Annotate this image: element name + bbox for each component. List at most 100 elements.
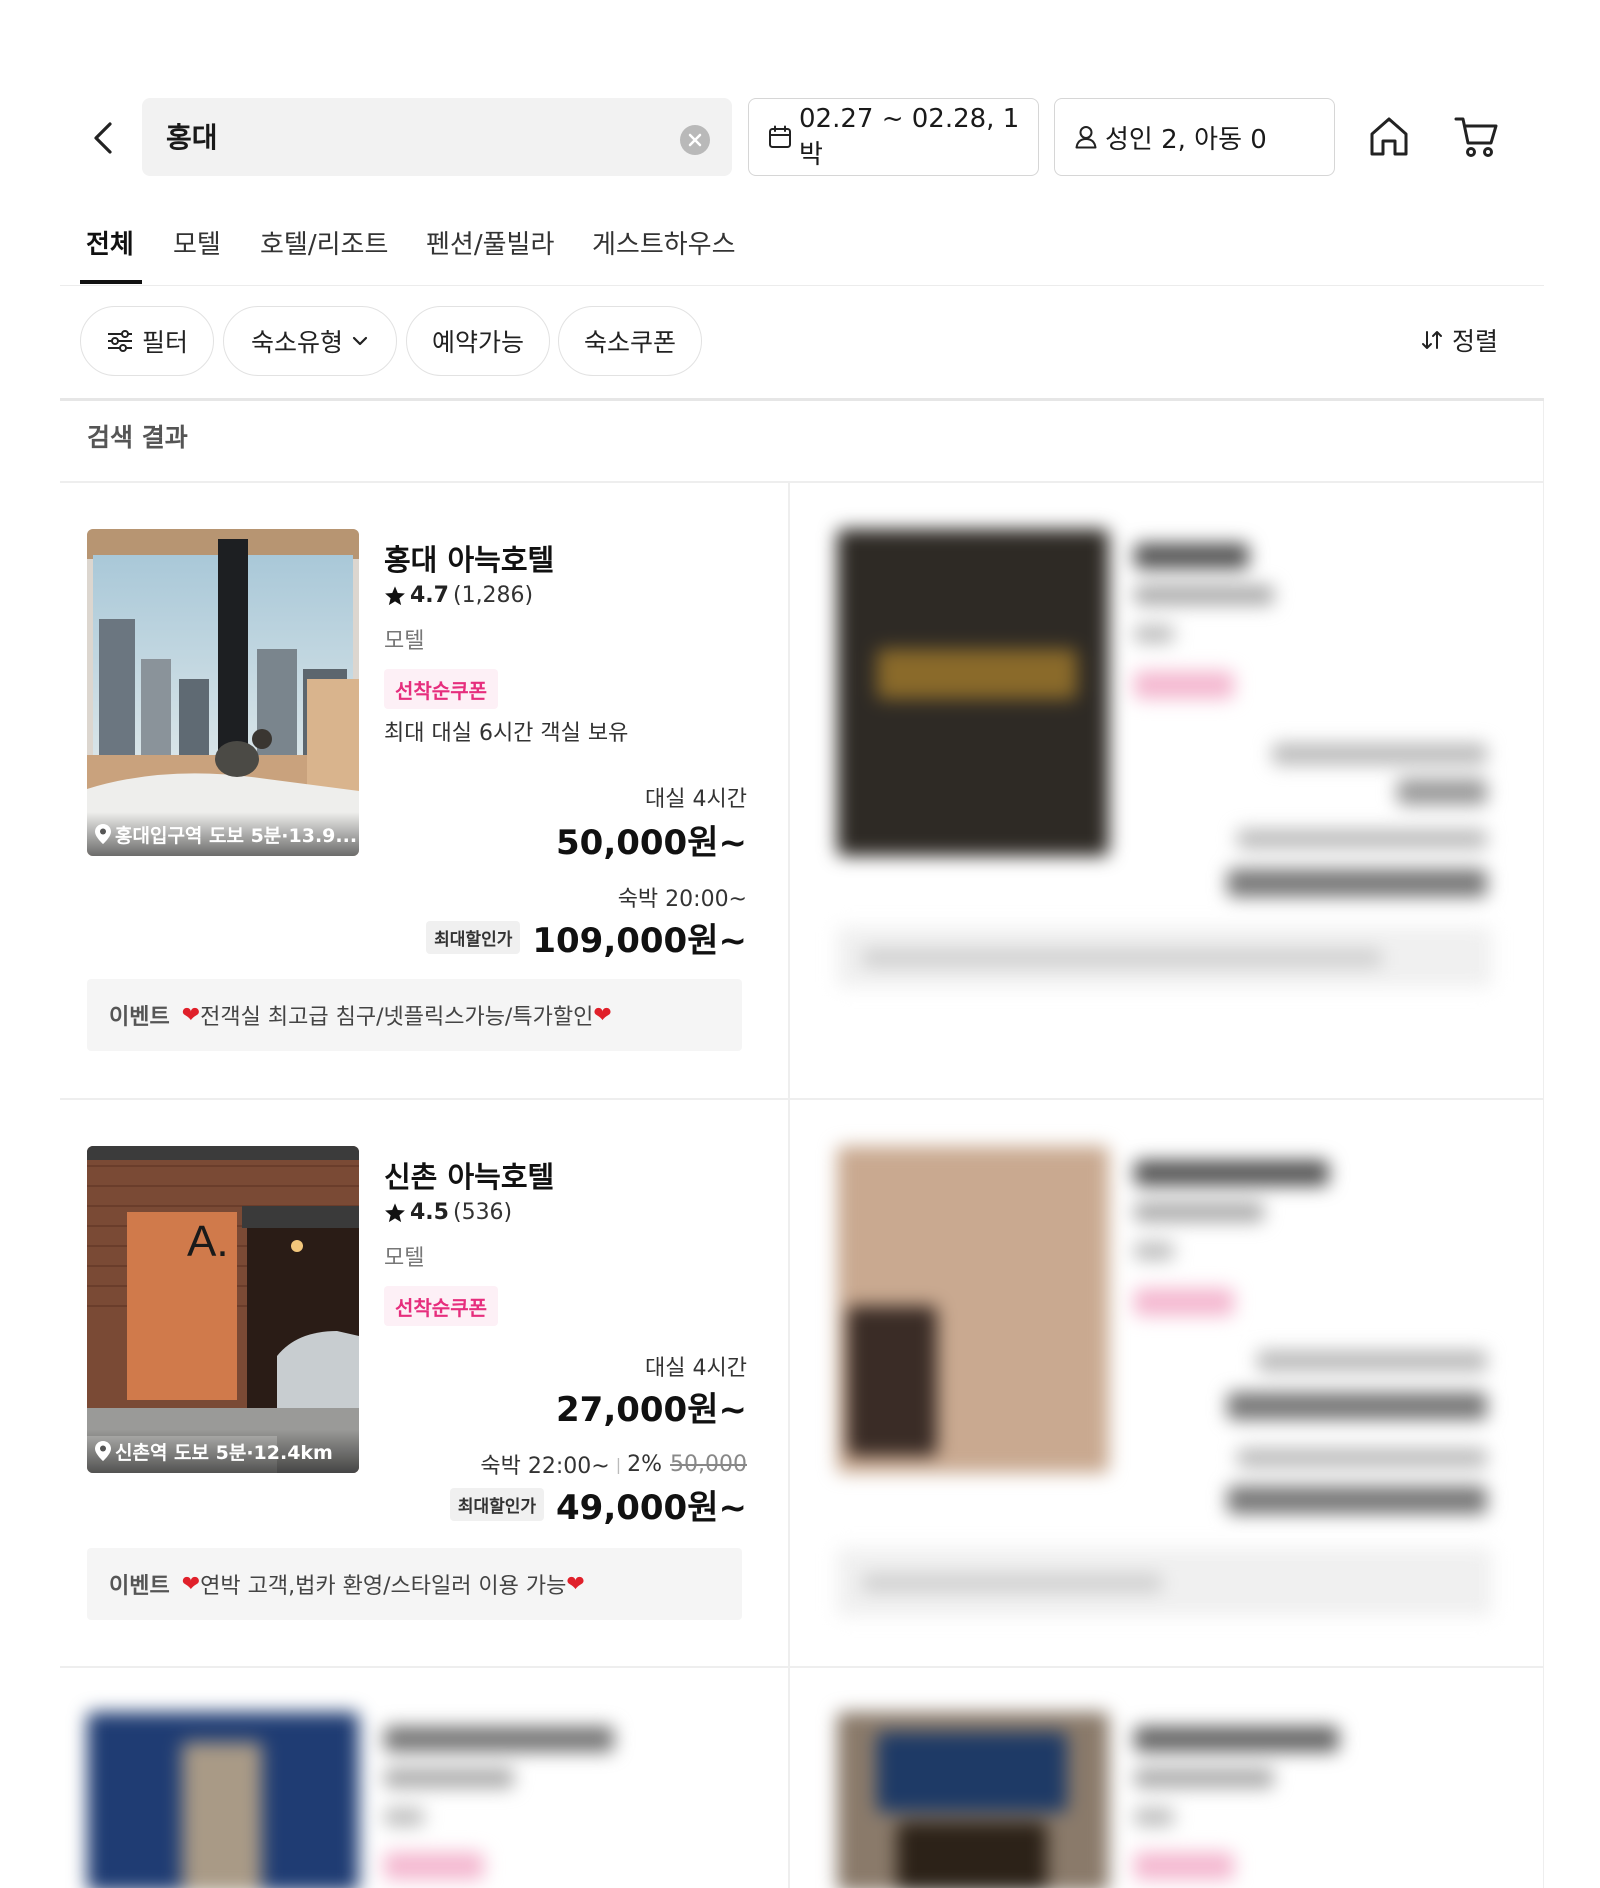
coupon-filter-chip[interactable]: 숙소쿠폰 — [558, 306, 702, 376]
star-icon — [385, 1202, 405, 1222]
stay-price-row: 최대할인가 49,000원~ — [449, 1480, 747, 1529]
rating: 4.7 (1,286) — [384, 583, 533, 608]
filter-label: 필터 — [141, 328, 188, 357]
column-divider — [788, 482, 790, 1888]
accommodation-type: 모텔 — [384, 629, 425, 654]
stay-price-row: 최대할인가 109,000원~ — [426, 913, 747, 962]
event-text: 연박 고객,법카 환영/스타일러 이용 가능 — [200, 1574, 567, 1599]
rental-price: 27,000원~ — [556, 1390, 747, 1430]
guest-count: 성인 2, 아동 0 — [1105, 124, 1267, 155]
stay-price: 109,000원~ — [532, 921, 747, 961]
blurred-rating — [1134, 1768, 1274, 1788]
search-input[interactable]: 홍대 — [142, 98, 732, 176]
coupon-label: 숙소쿠폰 — [583, 328, 676, 357]
blurred-price — [1397, 779, 1487, 805]
blurred-hotel-card[interactable] — [837, 1712, 1497, 1888]
cart-icon[interactable] — [1453, 114, 1501, 160]
heart-icon: ❤ — [593, 1002, 612, 1028]
location-tag: 신촌역 도보 5분·12.4km — [87, 1429, 359, 1473]
blurred-photo-detail — [897, 1822, 1047, 1888]
hotel-name[interactable]: 신촌 아늑호텔 — [384, 1154, 554, 1196]
blurred-hotel-card[interactable] — [837, 1146, 1497, 1626]
accommodation-type-dropdown[interactable]: 숙소유형 — [223, 306, 397, 376]
blurred-coupon — [1134, 671, 1234, 699]
active-tab-indicator — [80, 280, 142, 284]
blurred-rating — [1134, 585, 1274, 605]
person-icon — [1075, 126, 1097, 149]
rating-score: 4.5 — [410, 1200, 449, 1225]
blurred-title — [1134, 1160, 1329, 1186]
blurred-price-label — [1257, 1350, 1487, 1372]
tab-all[interactable]: 전체 — [86, 224, 134, 261]
location-text: 신촌역 도보 5분·12.4km — [115, 1441, 333, 1464]
star-icon — [385, 585, 405, 605]
blurred-hotel-card[interactable] — [87, 1712, 747, 1888]
tab-pension-poolvilla[interactable]: 펜션/풀빌라 — [426, 224, 554, 261]
row-divider — [60, 481, 1544, 483]
tab-hotel-resort[interactable]: 호텔/리조트 — [260, 224, 388, 261]
blurred-coupon — [384, 1852, 484, 1880]
accommodation-type: 모텔 — [384, 1246, 425, 1271]
rental-price: 50,000원~ — [556, 823, 747, 863]
clear-search-icon[interactable] — [680, 125, 710, 155]
location-text: 홍대입구역 도보 5분·13.9... — [115, 824, 358, 847]
rating-score: 4.7 — [410, 583, 449, 608]
stay-label: 숙박 20:00~ — [617, 887, 747, 912]
home-icon[interactable] — [1366, 114, 1412, 160]
blurred-price — [1227, 869, 1487, 897]
coupon-badge: 선착순쿠폰 — [384, 1286, 498, 1326]
event-label: 이벤트 — [109, 1005, 170, 1030]
type-label: 숙소유형 — [250, 328, 343, 357]
stay-info-row: 숙박 22:00~ | 2% 50,000 — [480, 1448, 747, 1480]
filter-button[interactable]: 필터 — [80, 306, 214, 376]
back-arrow-icon[interactable] — [84, 118, 124, 158]
tab-motel[interactable]: 모텔 — [173, 224, 221, 261]
tab-guesthouse[interactable]: 게스트하우스 — [592, 224, 736, 261]
guest-selector[interactable]: 성인 2, 아동 0 — [1054, 98, 1335, 176]
svg-text:A.: A. — [187, 1217, 229, 1266]
event-label: 이벤트 — [109, 1574, 170, 1599]
blurred-type — [1134, 1242, 1174, 1260]
date-range: 02.27 ~ 02.28, 1박 — [799, 103, 1020, 170]
separator: | — [615, 1454, 622, 1474]
rental-label: 대실 4시간 — [645, 787, 747, 812]
blurred-title — [1134, 1726, 1339, 1752]
blurred-photo-detail — [847, 1306, 937, 1456]
blurred-hotel-card[interactable] — [837, 529, 1497, 989]
results-title: 검색 결과 — [87, 423, 188, 452]
stay-discount: 2% — [627, 1451, 663, 1477]
filter-sliders-icon — [107, 330, 132, 352]
review-count: (1,286) — [452, 583, 534, 608]
available-label: 예약가능 — [431, 328, 524, 357]
blurred-photo-detail — [877, 649, 1077, 699]
hotel-description: 최대 대실 6시간 객실 보유 — [384, 721, 629, 746]
blurred-event-text — [862, 949, 1382, 967]
top-bar: 홍대 02.27 ~ 02.28, 1박 성인 2, 아동 0 — [60, 98, 1544, 178]
sort-button[interactable]: 정렬 — [1420, 322, 1498, 358]
blurred-photo-detail — [877, 1732, 1067, 1812]
rating: 4.5 (536) — [384, 1200, 512, 1225]
category-tabs: 전체 모텔 호텔/리조트 펜션/풀빌라 게스트하우스 — [60, 220, 1544, 286]
stay-label: 숙박 22:00~ — [480, 1454, 610, 1479]
hotel-card[interactable]: A. 신촌역 도보 5분·12.4km 신촌 아늑호텔 4.5 (536) 모텔… — [87, 1146, 747, 1626]
rental-label: 대실 4시간 — [645, 1356, 747, 1381]
blurred-price — [1227, 1392, 1487, 1420]
event-banner: 이벤트 ❤ 연박 고객,법카 환영/스타일러 이용 가능 ❤ — [87, 1548, 742, 1620]
blurred-price-label — [1237, 829, 1487, 849]
blurred-price — [1227, 1486, 1487, 1514]
event-banner: 이벤트 ❤ 전객실 최고급 침구/넷플릭스가능/특가할인 ❤ — [87, 979, 742, 1051]
blurred-type — [1134, 1808, 1174, 1826]
hotel-photo: 홍대입구역 도보 5분·13.9... — [87, 529, 359, 856]
sort-label: 정렬 — [1452, 327, 1499, 356]
hotel-card[interactable]: 홍대입구역 도보 5분·13.9... 홍대 아늑호텔 4.7 (1,286) … — [87, 529, 747, 1059]
coupon-badge: 선착순쿠폰 — [384, 669, 498, 709]
blurred-rating — [1134, 1202, 1264, 1222]
hotel-name[interactable]: 홍대 아늑호텔 — [384, 537, 554, 579]
max-discount-badge: 최대할인가 — [449, 1488, 545, 1521]
date-selector[interactable]: 02.27 ~ 02.28, 1박 — [748, 98, 1039, 176]
heart-icon: ❤ — [566, 1571, 585, 1597]
max-discount-badge: 최대할인가 — [426, 921, 521, 954]
row-divider — [60, 1098, 1544, 1100]
available-filter-chip[interactable]: 예약가능 — [406, 306, 550, 376]
sort-arrows-icon — [1422, 331, 1442, 349]
